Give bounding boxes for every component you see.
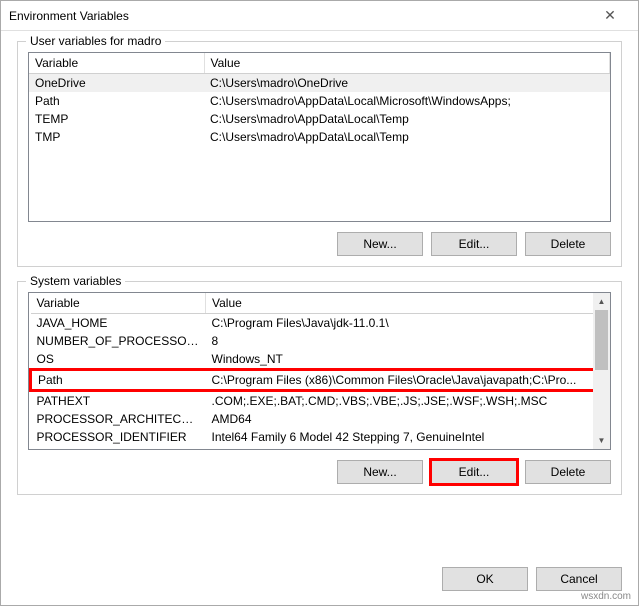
titlebar: Environment Variables ✕ <box>1 1 638 31</box>
table-row[interactable]: OS Windows_NT <box>31 350 610 370</box>
table-row[interactable]: PATHEXT .COM;.EXE;.BAT;.CMD;.VBS;.VBE;.J… <box>31 391 610 411</box>
scroll-down-icon[interactable]: ▼ <box>593 432 610 449</box>
table-row[interactable]: TEMP C:\Users\madro\AppData\Local\Temp <box>29 110 610 128</box>
system-vars-label: System variables <box>26 274 125 288</box>
system-vars-table-container[interactable]: Variable Value JAVA_HOME C:\Program File… <box>28 292 611 450</box>
user-vars-label: User variables for madro <box>26 34 165 48</box>
user-vars-table: Variable Value OneDrive C:\Users\madro\O… <box>29 53 610 146</box>
system-vars-buttons: New... Edit... Delete <box>28 460 611 484</box>
dialog-footer: OK Cancel <box>1 557 638 605</box>
table-row[interactable]: TMP C:\Users\madro\AppData\Local\Temp <box>29 128 610 146</box>
user-vars-buttons: New... Edit... Delete <box>28 232 611 256</box>
table-row[interactable]: OneDrive C:\Users\madro\OneDrive <box>29 74 610 93</box>
user-new-button[interactable]: New... <box>337 232 423 256</box>
table-row[interactable]: PROCESSOR_ARCHITECTURE AMD64 <box>31 410 610 428</box>
system-vars-header-row: Variable Value <box>31 293 610 314</box>
system-vars-group: System variables Variable Value JAVA_HOM… <box>17 281 622 495</box>
close-icon[interactable]: ✕ <box>590 7 630 24</box>
system-new-button[interactable]: New... <box>337 460 423 484</box>
col-variable[interactable]: Variable <box>29 53 204 74</box>
table-row[interactable]: NUMBER_OF_PROCESSORS 8 <box>31 332 610 350</box>
scroll-thumb[interactable] <box>595 310 608 370</box>
table-row-path-highlighted[interactable]: Path C:\Program Files (x86)\Common Files… <box>31 370 610 391</box>
system-edit-button[interactable]: Edit... <box>431 460 517 484</box>
system-delete-button[interactable]: Delete <box>525 460 611 484</box>
content-area: User variables for madro Variable Value … <box>1 31 638 557</box>
ok-button[interactable]: OK <box>442 567 528 591</box>
system-scrollbar[interactable]: ▲ ▼ <box>593 293 610 449</box>
user-vars-group: User variables for madro Variable Value … <box>17 41 622 267</box>
window-title: Environment Variables <box>9 9 590 23</box>
table-row[interactable]: PROCESSOR_IDENTIFIER Intel64 Family 6 Mo… <box>31 428 610 446</box>
watermark: wsxdn.com <box>581 591 631 602</box>
env-vars-dialog: Environment Variables ✕ User variables f… <box>0 0 639 606</box>
user-vars-header-row: Variable Value <box>29 53 610 74</box>
scroll-up-icon[interactable]: ▲ <box>593 293 610 310</box>
col-value[interactable]: Value <box>204 53 610 74</box>
col-value[interactable]: Value <box>206 293 610 314</box>
user-vars-table-container[interactable]: Variable Value OneDrive C:\Users\madro\O… <box>28 52 611 222</box>
col-variable[interactable]: Variable <box>31 293 206 314</box>
system-vars-table: Variable Value JAVA_HOME C:\Program File… <box>29 293 610 446</box>
user-edit-button[interactable]: Edit... <box>431 232 517 256</box>
cancel-button[interactable]: Cancel <box>536 567 622 591</box>
table-row[interactable]: JAVA_HOME C:\Program Files\Java\jdk-11.0… <box>31 314 610 333</box>
user-delete-button[interactable]: Delete <box>525 232 611 256</box>
table-row[interactable]: Path C:\Users\madro\AppData\Local\Micros… <box>29 92 610 110</box>
